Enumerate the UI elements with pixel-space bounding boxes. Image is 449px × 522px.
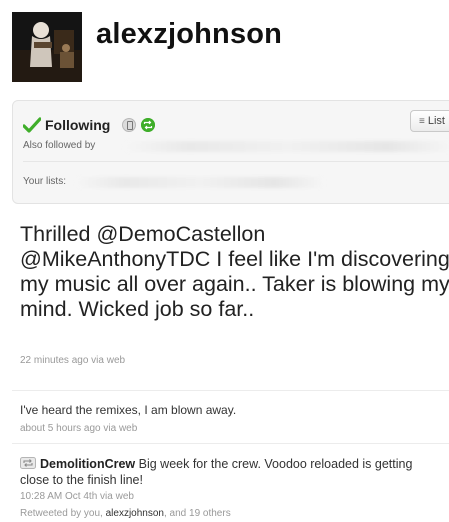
retweet-username[interactable]: DemolitionCrew — [40, 457, 135, 471]
redacted-lists — [75, 177, 325, 188]
tweet-divider — [12, 390, 449, 391]
redacted-followers — [123, 141, 449, 152]
retweet-meta[interactable]: 10:28 AM Oct 4th via web — [20, 491, 134, 502]
main-tweet-text: Thrilled @DemoCastellon @MikeAnthonyTDC … — [20, 222, 449, 321]
tweet-meta[interactable]: about 5 hours ago via web — [20, 423, 137, 434]
lists-button[interactable]: ≡ List — [410, 110, 449, 132]
follow-box: Following ≡ List Also followed by Your l… — [12, 100, 449, 204]
follow-box-divider — [23, 161, 449, 162]
check-icon — [23, 117, 41, 133]
tweet-text: I've heard the remixes, I am blown away. — [20, 403, 237, 417]
retweet-item: DemolitionCrew Big week for the crew. Vo… — [20, 456, 445, 488]
retweeted-by-suffix[interactable]: , and 19 others — [164, 508, 231, 519]
avatar[interactable] — [12, 12, 82, 82]
tweet-divider — [12, 443, 449, 444]
following-status: Following — [23, 114, 160, 136]
main-tweet-meta[interactable]: 22 minutes ago via web — [20, 355, 125, 366]
retweet-icon — [20, 457, 36, 469]
device-updates-icon[interactable] — [122, 118, 137, 132]
following-label[interactable]: Following — [45, 117, 110, 133]
profile-username: alexzjohnson — [96, 18, 283, 50]
also-followed-label: Also followed by — [23, 140, 96, 151]
profile-header: alexzjohnson — [12, 12, 449, 82]
retweeted-by-user[interactable]: alexzjohnson — [106, 508, 164, 519]
retweet-toggle-icon[interactable] — [141, 118, 156, 132]
lists-button-label: List — [427, 115, 445, 127]
list-icon: ≡ — [419, 115, 425, 127]
your-lists-label: Your lists: — [23, 176, 66, 187]
retweeted-by: Retweeted by you, alexzjohnson, and 19 o… — [20, 508, 231, 519]
retweeted-by-prefix: Retweeted by you, — [20, 508, 103, 519]
